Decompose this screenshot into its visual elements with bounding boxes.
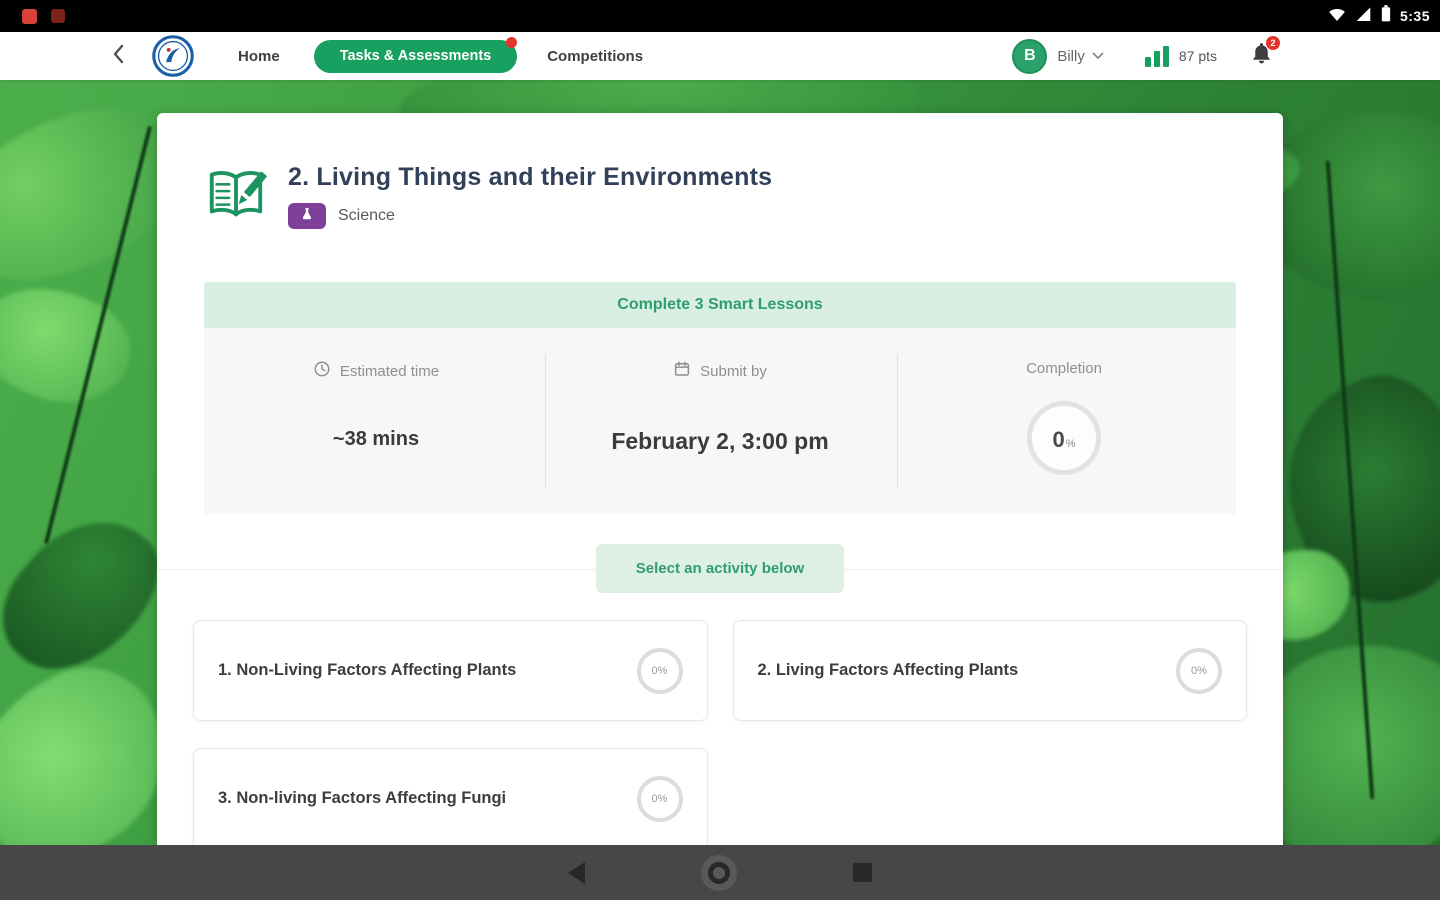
status-bar: 5:35 [0, 0, 1440, 32]
top-nav: Home Tasks & Assessments Competitions B … [0, 32, 1440, 80]
lesson-card: 2. Living Things and their Environments … [157, 113, 1283, 845]
lesson-title-block: 2. Living Things and their Environments … [288, 163, 772, 230]
activity-label: 1. Non-Living Factors Affecting Plants [218, 661, 517, 679]
avatar[interactable]: B [1012, 38, 1048, 74]
logo-emblem-icon [152, 35, 194, 77]
nav-item-competitions[interactable]: Competitions [547, 48, 643, 65]
recents-square-icon [853, 863, 872, 882]
activity-progress-ring: 0% [1176, 647, 1222, 694]
book-pencil-icon [205, 163, 267, 230]
flask-icon [300, 207, 314, 226]
notification-app-icon-1 [22, 8, 37, 24]
activity-card-1[interactable]: 1. Non-Living Factors Affecting Plants 0… [193, 620, 708, 721]
user-name[interactable]: Billy [1057, 48, 1085, 65]
subject-label: Science [338, 207, 395, 224]
activity-card-2[interactable]: 2. Living Factors Affecting Plants 0% [732, 620, 1247, 721]
nav-item-home[interactable]: Home [238, 48, 280, 65]
screen: 5:35 Home Tasks & Assessments Competitio… [0, 0, 1440, 900]
completion-value: 0 [1052, 427, 1065, 452]
completion-unit: % [1065, 438, 1076, 450]
status-left-icons [22, 8, 65, 24]
activity-prompt-pill: Select an activity below [596, 544, 844, 593]
chevron-down-icon[interactable] [1092, 52, 1104, 60]
clock-time: 5:35 [1399, 8, 1430, 24]
subject-badge [288, 203, 326, 229]
activity-percent: 0% [1191, 664, 1207, 677]
submit-by-header: Submit by [673, 360, 767, 382]
bottom-nav [0, 845, 1440, 900]
avatar-initial: B [1024, 47, 1036, 64]
activity-label: 2. Living Factors Affecting Plants [757, 661, 1019, 679]
notifications-button[interactable]: 2 [1249, 36, 1280, 71]
android-recents-button[interactable] [853, 863, 872, 882]
subject-row: Science [288, 203, 772, 229]
column-divider [897, 354, 898, 488]
home-circle-icon [708, 861, 730, 884]
activity-prompt-row: Select an activity below [157, 544, 1283, 593]
submit-by-label: Submit by [700, 362, 767, 380]
activity-percent: 0% [651, 664, 668, 677]
app-logo[interactable] [152, 35, 194, 77]
notification-app-icon-2 [51, 9, 65, 23]
completion-ring: 0 % [1027, 401, 1101, 475]
info-section: Estimated time ~38 mins Submit by Februa… [204, 328, 1236, 514]
wifi-icon [1328, 6, 1346, 26]
estimated-time-label: Estimated time [339, 362, 440, 380]
android-back-button[interactable] [568, 861, 585, 884]
back-button[interactable] [112, 44, 124, 69]
estimated-time-value: ~38 mins [332, 428, 420, 450]
bar-chart-icon[interactable] [1144, 45, 1170, 67]
notification-badge: 2 [1266, 36, 1280, 50]
signal-icon [1355, 6, 1372, 26]
status-right-icons: 5:35 [1328, 5, 1430, 27]
estimated-time-header: Estimated time [313, 360, 439, 382]
top-nav-right: B Billy 87 pts 2 [1012, 36, 1280, 74]
nav-item-tasks-assessments[interactable]: Tasks & Assessments [313, 36, 518, 73]
lessons-banner: Complete 3 Smart Lessons [204, 282, 1236, 328]
completion-label: Completion [1026, 360, 1102, 377]
column-divider [545, 354, 546, 488]
completion-column: Completion 0 % [892, 328, 1236, 514]
activity-label: 3. Non-living Factors Affecting Fungi [218, 789, 507, 807]
lesson-header: 2. Living Things and their Environments … [205, 163, 1235, 230]
activity-card-3[interactable]: 3. Non-living Factors Affecting Fungi 0% [193, 748, 708, 845]
activity-progress-ring: 0% [636, 775, 683, 822]
estimated-time-column: Estimated time ~38 mins [204, 328, 548, 514]
points-label[interactable]: 87 pts [1179, 48, 1217, 64]
back-triangle-icon [568, 861, 585, 884]
chevron-left-icon [112, 44, 124, 69]
activities-grid: 1. Non-Living Factors Affecting Plants 0… [193, 620, 1247, 845]
clock-icon [313, 360, 331, 382]
page-title: 2. Living Things and their Environments [288, 163, 773, 191]
submit-by-value: February 2, 3:00 pm [611, 428, 829, 454]
calendar-icon [673, 360, 691, 382]
activity-percent: 0% [651, 792, 668, 805]
leaf-shape [0, 264, 146, 426]
submit-by-column: Submit by February 2, 3:00 pm [548, 328, 892, 514]
tasks-label: Tasks & Assessments [339, 48, 492, 64]
tasks-notification-dot [506, 36, 518, 48]
completion-header: Completion [1026, 360, 1102, 377]
activity-progress-ring: 0% [636, 647, 683, 694]
android-home-button[interactable] [701, 854, 737, 891]
content-area: 2. Living Things and their Environments … [0, 80, 1440, 845]
battery-icon [1381, 5, 1391, 27]
